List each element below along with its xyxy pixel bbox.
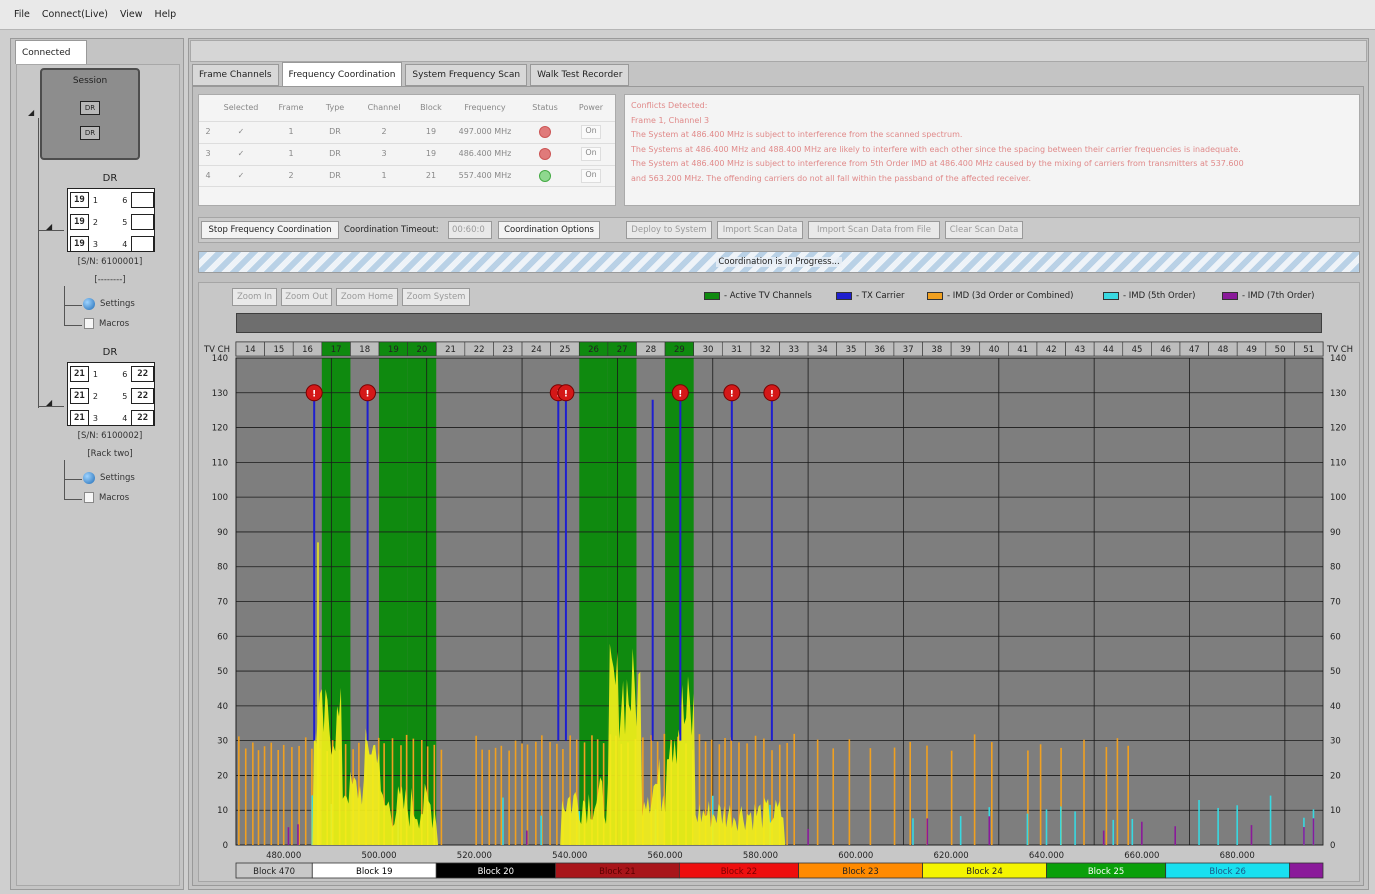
tv-channel-label: 36 bbox=[874, 345, 885, 355]
y-tick-label-left: 30 bbox=[217, 737, 228, 747]
tv-channel-label: 17 bbox=[331, 345, 342, 355]
tv-channel-label: 47 bbox=[1189, 345, 1200, 355]
frequency-block-label: Block 24 bbox=[966, 867, 1003, 877]
x-tick-label: 540.000 bbox=[552, 851, 587, 861]
tv-channel-label: 49 bbox=[1246, 345, 1257, 355]
conflict-marker-glyph: ! bbox=[678, 389, 682, 399]
x-tick-label: 580.000 bbox=[743, 851, 778, 861]
x-tick-label: 680.000 bbox=[1220, 851, 1255, 861]
tv-ch-axis-label-left: TV CH bbox=[203, 345, 230, 355]
tv-channel-label: 26 bbox=[588, 345, 599, 355]
tv-channel-label: 44 bbox=[1103, 345, 1114, 355]
tv-channel-label: 24 bbox=[531, 345, 542, 355]
frequency-block-label: Block 25 bbox=[1088, 867, 1125, 877]
spectrum-chart: 0 0 10 10 20 20 30 30 40 40 50 50 60 60 70 70 80 80 90 90 10… bbox=[203, 341, 1353, 879]
tv-channel-label: 18 bbox=[359, 345, 370, 355]
y-tick-label-left: 100 bbox=[212, 493, 228, 503]
y-tick-label-right: 110 bbox=[1330, 458, 1346, 468]
tv-channel-label: 43 bbox=[1074, 345, 1085, 355]
frequency-block-label: Block 470 bbox=[253, 867, 295, 877]
conflict-marker-glyph: ! bbox=[730, 389, 734, 399]
y-tick-label-right: 130 bbox=[1330, 389, 1346, 399]
tv-channel-label: 48 bbox=[1217, 345, 1228, 355]
tv-channel-label: 25 bbox=[560, 345, 571, 355]
x-tick-label: 480.000 bbox=[266, 851, 301, 861]
tv-channel-label: 45 bbox=[1132, 345, 1143, 355]
y-tick-label-right: 40 bbox=[1330, 702, 1341, 712]
conflict-marker-glyph: ! bbox=[366, 389, 370, 399]
y-tick-label-left: 40 bbox=[217, 702, 228, 712]
frequency-block-label: Block 26 bbox=[1209, 867, 1246, 877]
tv-channel-label: 46 bbox=[1160, 345, 1171, 355]
y-tick-label-left: 10 bbox=[217, 806, 228, 816]
conflict-marker-glyph: ! bbox=[312, 389, 316, 399]
tv-channel-label: 29 bbox=[674, 345, 685, 355]
y-tick-label-left: 60 bbox=[217, 632, 228, 642]
tv-channel-label: 51 bbox=[1303, 345, 1314, 355]
tv-channel-label: 30 bbox=[703, 345, 714, 355]
y-tick-label-left: 50 bbox=[217, 667, 228, 677]
tv-channel-label: 40 bbox=[989, 345, 1000, 355]
y-tick-label-right: 60 bbox=[1330, 632, 1341, 642]
tv-channel-label: 19 bbox=[388, 345, 399, 355]
tv-channel-label: 38 bbox=[931, 345, 942, 355]
y-tick-label-left: 20 bbox=[217, 771, 228, 781]
y-tick-label-right: 100 bbox=[1330, 493, 1346, 503]
frequency-block-label: Block 23 bbox=[842, 867, 879, 877]
tv-ch-axis-label-right: TV CH bbox=[1326, 345, 1353, 355]
tv-channel-label: 22 bbox=[474, 345, 485, 355]
y-tick-label-right: 10 bbox=[1330, 806, 1341, 816]
y-tick-label-right: 20 bbox=[1330, 771, 1341, 781]
y-tick-label-left: 140 bbox=[212, 354, 228, 364]
x-tick-label: 660.000 bbox=[1124, 851, 1159, 861]
y-tick-label-right: 120 bbox=[1330, 424, 1346, 434]
tv-channel-label: 33 bbox=[788, 345, 799, 355]
y-tick-label-left: 90 bbox=[217, 528, 228, 538]
frequency-block-label: Block 20 bbox=[478, 867, 515, 877]
y-tick-label-right: 90 bbox=[1330, 528, 1341, 538]
y-tick-label-right: 70 bbox=[1330, 598, 1341, 608]
tv-channel-label: 37 bbox=[903, 345, 914, 355]
tv-channel-label: 20 bbox=[417, 345, 428, 355]
x-tick-label: 600.000 bbox=[838, 851, 873, 861]
tv-channel-label: 35 bbox=[846, 345, 857, 355]
tv-channel-label: 16 bbox=[302, 345, 313, 355]
conflict-marker-glyph: ! bbox=[770, 389, 774, 399]
tv-channel-label: 39 bbox=[960, 345, 971, 355]
y-tick-label-left: 110 bbox=[212, 458, 228, 468]
y-tick-label-left: 70 bbox=[217, 598, 228, 608]
y-tick-label-right: 80 bbox=[1330, 563, 1341, 573]
conflict-marker-glyph: ! bbox=[564, 389, 568, 399]
frequency-block-label: Block 21 bbox=[599, 867, 636, 877]
y-tick-label-left: 80 bbox=[217, 563, 228, 573]
tv-channel-label: 31 bbox=[731, 345, 742, 355]
x-tick-label: 520.000 bbox=[457, 851, 492, 861]
x-tick-label: 620.000 bbox=[934, 851, 969, 861]
tv-channel-label: 21 bbox=[445, 345, 456, 355]
tv-channel-label: 23 bbox=[502, 345, 513, 355]
frequency-block-label: Block 22 bbox=[721, 867, 758, 877]
tv-channel-label: 27 bbox=[617, 345, 628, 355]
y-tick-label-left: 120 bbox=[212, 424, 228, 434]
tv-channel-label: 28 bbox=[645, 345, 656, 355]
frequency-block-label: Block 19 bbox=[356, 867, 393, 877]
tv-channel-label: 15 bbox=[273, 345, 284, 355]
y-tick-label-right: 0 bbox=[1330, 841, 1335, 851]
x-tick-label: 500.000 bbox=[361, 851, 396, 861]
tv-channel-label: 34 bbox=[817, 345, 828, 355]
tv-channel-label: 41 bbox=[1017, 345, 1028, 355]
tv-channel-label: 42 bbox=[1046, 345, 1057, 355]
y-tick-label-right: 140 bbox=[1330, 354, 1346, 364]
y-tick-label-right: 30 bbox=[1330, 737, 1341, 747]
y-tick-label-left: 0 bbox=[223, 841, 228, 851]
tv-channel-label: 50 bbox=[1275, 345, 1286, 355]
tv-channel-label: 14 bbox=[245, 345, 256, 355]
x-tick-label: 640.000 bbox=[1029, 851, 1064, 861]
y-tick-label-right: 50 bbox=[1330, 667, 1341, 677]
tv-channel-label: 32 bbox=[760, 345, 771, 355]
y-tick-label-left: 130 bbox=[212, 389, 228, 399]
x-tick-label: 560.000 bbox=[648, 851, 683, 861]
frequency-block bbox=[1289, 862, 1324, 879]
